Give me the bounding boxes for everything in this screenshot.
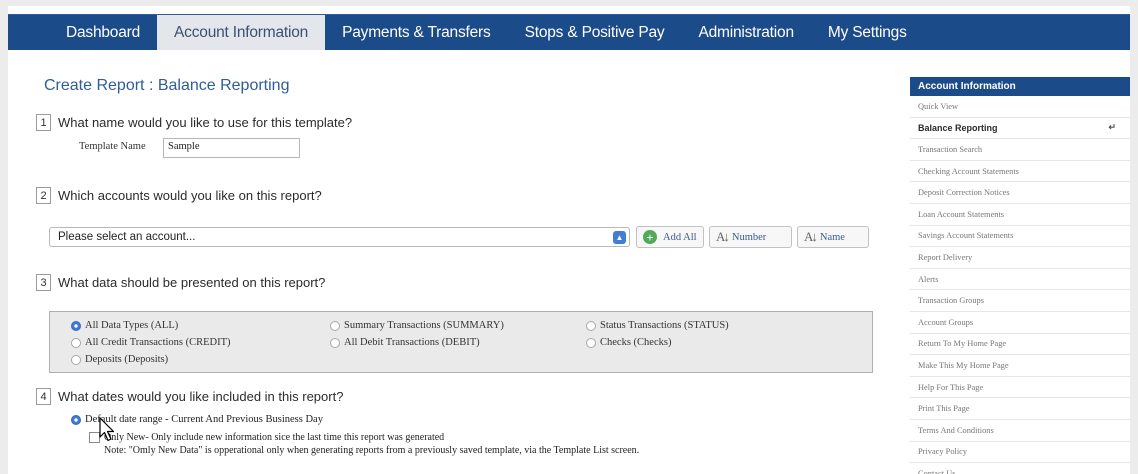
- data-type-option[interactable]: Status Transactions (STATUS): [586, 320, 729, 331]
- active-indicator-icon: ↵: [1108, 122, 1116, 133]
- option-label: Summary Transactions (SUMMARY): [344, 320, 504, 331]
- sidebar-item-quick-view[interactable]: Quick View: [910, 96, 1130, 118]
- sidebar-item-balance-reporting[interactable]: Balance Reporting ↵: [910, 118, 1130, 140]
- sidebar: Account Information Quick View Balance R…: [910, 77, 1130, 474]
- step-number: 3: [36, 274, 51, 291]
- sidebar-item-deposit-correction[interactable]: Deposit Correction Notices: [910, 182, 1130, 204]
- add-all-label: Add All: [663, 231, 697, 243]
- step-3: 3 What data should be presented on this …: [36, 274, 325, 291]
- sidebar-item-savings-statements[interactable]: Savings Account Statements: [910, 226, 1130, 248]
- sort-number-label: Number: [731, 231, 767, 243]
- sidebar-item-print[interactable]: Print This Page: [910, 398, 1130, 420]
- sort-by-number-button[interactable]: A↓ Number: [709, 226, 792, 248]
- tab-payments-transfers[interactable]: Payments & Transfers: [325, 15, 507, 50]
- only-new-label: Only New- Only include new information s…: [104, 432, 445, 443]
- sidebar-item-return-home[interactable]: Return To My Home Page: [910, 334, 1130, 356]
- sort-icon: A↓: [716, 229, 730, 244]
- tab-dashboard[interactable]: Dashboard: [49, 15, 157, 50]
- sidebar-item-contact[interactable]: Contact Us: [910, 463, 1130, 474]
- step-number: 1: [36, 114, 51, 131]
- sidebar-item-report-delivery[interactable]: Report Delivery: [910, 247, 1130, 269]
- radio-unchecked[interactable]: [71, 337, 81, 348]
- sort-by-name-button[interactable]: A↓ Name: [797, 226, 869, 248]
- option-label: Deposits (Deposits): [85, 354, 169, 365]
- option-label: Checks (Checks): [600, 337, 672, 348]
- sidebar-title: Account Information: [910, 77, 1130, 96]
- data-type-option[interactable]: All Data Types (ALL): [71, 320, 178, 331]
- step-number: 4: [36, 388, 51, 405]
- sidebar-item-transaction-search[interactable]: Transaction Search: [910, 139, 1130, 161]
- option-label: Status Transactions (STATUS): [600, 320, 729, 331]
- data-type-option[interactable]: Checks (Checks): [586, 337, 671, 348]
- tab-stops-positive-pay[interactable]: Stops & Positive Pay: [508, 15, 682, 50]
- data-type-option[interactable]: Deposits (Deposits): [71, 354, 168, 365]
- plus-icon: +: [643, 230, 657, 244]
- step-question: What data should be presented on this re…: [58, 275, 326, 290]
- step-question: What name would you like to use for this…: [58, 115, 353, 130]
- radio-checked[interactable]: [71, 320, 81, 331]
- sidebar-item-privacy[interactable]: Privacy Policy: [910, 442, 1130, 464]
- option-label: Default date range - Current And Previou…: [85, 414, 323, 425]
- data-type-option[interactable]: All Debit Transactions (DEBIT): [330, 337, 480, 348]
- sidebar-item-label: Balance Reporting: [918, 122, 998, 133]
- page-title: Create Report : Balance Reporting: [44, 77, 290, 94]
- radio-unchecked[interactable]: [330, 337, 340, 348]
- option-label: All Credit Transactions (CREDIT): [85, 337, 231, 348]
- sort-icon: A↓: [804, 229, 818, 244]
- step-question: What dates would you like included in th…: [58, 389, 344, 404]
- radio-unchecked[interactable]: [586, 337, 596, 348]
- sidebar-item-alerts[interactable]: Alerts: [910, 269, 1130, 291]
- step-question: Which accounts would you like on this re…: [58, 188, 322, 203]
- account-select-value: Please select an account...: [58, 231, 196, 243]
- sidebar-item-help[interactable]: Help For This Page: [910, 377, 1130, 399]
- sidebar-item-make-home[interactable]: Make This My Home Page: [910, 355, 1130, 377]
- radio-unchecked[interactable]: [71, 354, 81, 365]
- tab-account-information[interactable]: Account Information: [157, 15, 326, 50]
- sidebar-item-transaction-groups[interactable]: Transaction Groups: [910, 290, 1130, 312]
- sidebar-item-terms[interactable]: Terms And Conditions: [910, 420, 1130, 442]
- mouse-cursor-icon: [99, 417, 115, 442]
- main-nav: Dashboard Account Information Payments &…: [8, 14, 1130, 50]
- data-type-options: All Data Types (ALL) Summary Transaction…: [49, 311, 873, 373]
- step-number: 2: [36, 187, 51, 204]
- radio-unchecked[interactable]: [330, 320, 340, 331]
- step-4: 4 What dates would you like included in …: [36, 388, 343, 405]
- template-name-label: Template Name: [79, 141, 146, 152]
- radio-unchecked[interactable]: [586, 320, 596, 331]
- sidebar-item-account-groups[interactable]: Account Groups: [910, 312, 1130, 334]
- sidebar-item-checking-statements[interactable]: Checking Account Statements: [910, 161, 1130, 183]
- template-name-input[interactable]: Sample: [163, 138, 300, 158]
- sidebar-item-loan-statements[interactable]: Loan Account Statements: [910, 204, 1130, 226]
- select-arrows-icon[interactable]: ▲︎: [613, 231, 626, 244]
- option-label: All Debit Transactions (DEBIT): [344, 337, 480, 348]
- account-select[interactable]: Please select an account... ▲︎: [49, 227, 630, 247]
- tab-administration[interactable]: Administration: [681, 15, 810, 50]
- option-label: All Data Types (ALL): [85, 320, 179, 331]
- data-type-option[interactable]: All Credit Transactions (CREDIT): [71, 337, 231, 348]
- data-type-option[interactable]: Summary Transactions (SUMMARY): [330, 320, 504, 331]
- tab-my-settings[interactable]: My Settings: [811, 15, 924, 50]
- step-2: 2 Which accounts would you like on this …: [36, 187, 322, 204]
- sort-name-label: Name: [819, 231, 845, 243]
- radio-checked[interactable]: [71, 414, 81, 425]
- step-1: 1 What name would you like to use for th…: [36, 114, 352, 131]
- add-all-button[interactable]: + Add All: [636, 226, 704, 248]
- only-new-note: Note: "Omly New Data" is opperational on…: [104, 445, 640, 456]
